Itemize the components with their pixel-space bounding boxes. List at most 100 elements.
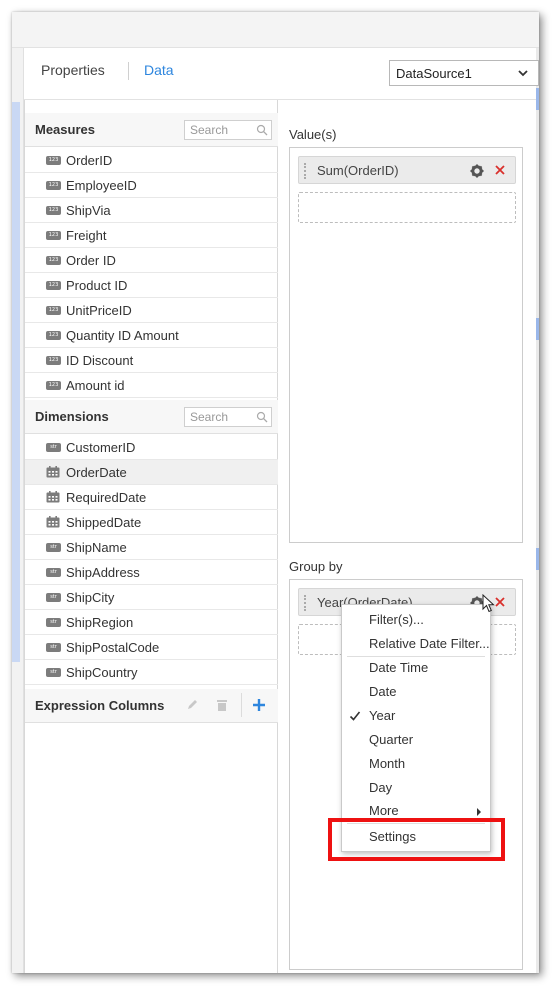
dimension-field-label: ShipPostalCode [66, 640, 160, 655]
dimension-field-label: RequiredDate [66, 490, 147, 505]
measure-field-label: EmployeeID [66, 178, 137, 193]
measure-field-item[interactable]: 123 Freight [25, 223, 278, 248]
dimension-field-item[interactable]: str CustomerID [25, 435, 278, 460]
group-by-label: Group by [289, 559, 343, 574]
dimension-field-label: ShipName [66, 540, 127, 555]
dimension-field-label: ShipRegion [66, 615, 134, 630]
measures-search-input[interactable]: Search [184, 120, 272, 140]
search-icon [256, 411, 268, 423]
measure-field-item[interactable]: 123 ShipVia [25, 198, 278, 223]
right-edge-marker [536, 88, 539, 110]
gear-icon[interactable] [469, 163, 485, 179]
value-item[interactable]: Sum(OrderID) [298, 156, 516, 184]
dimension-field-item[interactable]: str ShipPostalCode [25, 635, 278, 660]
menu-item-date-time[interactable]: Date Time [369, 660, 428, 675]
numeric-type-icon: 123 [46, 156, 61, 165]
measure-field-label: OrderID [66, 153, 113, 168]
dimension-field-item[interactable]: str ShipCountry [25, 660, 278, 685]
string-type-icon: str [46, 643, 61, 652]
measure-field-item[interactable]: 123 OrderID [25, 148, 278, 173]
dimension-field-label: ShipCity [66, 590, 115, 605]
dimension-field-label: ShippedDate [66, 515, 142, 530]
numeric-type-icon: 123 [46, 281, 61, 290]
numeric-type-icon: 123 [46, 331, 61, 340]
calendar-icon [46, 466, 60, 478]
measure-field-label: Product ID [66, 278, 128, 293]
tab-properties[interactable]: Properties [41, 62, 105, 78]
values-drop-zone[interactable]: Sum(OrderID) [289, 147, 523, 543]
menu-item-day[interactable]: Day [369, 780, 392, 795]
drag-handle-icon[interactable] [304, 595, 307, 611]
numeric-type-icon: 123 [46, 206, 61, 215]
string-type-icon: str [46, 668, 61, 677]
measure-field-item[interactable]: 123 Order ID [25, 248, 278, 273]
string-type-icon: str [46, 443, 61, 452]
settings-highlight-box [328, 818, 505, 861]
string-type-icon: str [46, 618, 61, 627]
value-item-label: Sum(OrderID) [317, 163, 399, 178]
close-icon[interactable] [493, 163, 507, 177]
menu-item-relative-date-filter[interactable]: Relative Date Filter... [369, 636, 490, 651]
measure-field-label: Order ID [66, 253, 116, 268]
drag-handle-icon[interactable] [304, 163, 307, 179]
measure-field-label: ShipVia [66, 203, 111, 218]
tab-data[interactable]: Data [144, 62, 174, 78]
expression-columns-title: Expression Columns [35, 698, 165, 713]
toolbar-separator [241, 693, 242, 717]
datasource-dropdown[interactable]: DataSource1 [389, 60, 539, 86]
dimension-field-label: ShipAddress [66, 565, 140, 580]
numeric-type-icon: 123 [46, 231, 61, 240]
values-label: Value(s) [289, 127, 337, 142]
right-edge-marker [536, 548, 539, 570]
menu-item-year[interactable]: Year [369, 708, 395, 723]
string-type-icon: str [46, 543, 61, 552]
delete-icon[interactable] [213, 696, 231, 714]
menu-item-month[interactable]: Month [369, 756, 405, 771]
edit-icon[interactable] [183, 696, 201, 714]
right-edge [536, 48, 539, 973]
checkmark-icon [349, 711, 361, 721]
calendar-icon [46, 491, 60, 503]
measure-field-label: Amount id [66, 378, 125, 393]
dimension-field-label: OrderDate [66, 465, 127, 480]
search-icon [256, 124, 268, 136]
right-edge-marker [536, 318, 539, 340]
measure-field-item[interactable]: 123 EmployeeID [25, 173, 278, 198]
menu-item-filters[interactable]: Filter(s)... [369, 612, 424, 627]
chevron-down-icon [518, 70, 528, 77]
menu-separator [347, 656, 485, 657]
tab-separator [128, 62, 129, 80]
dimension-field-item[interactable]: ShippedDate [25, 510, 278, 535]
calendar-icon [46, 516, 60, 528]
group-by-context-menu: Filter(s)... Relative Date Filter... Dat… [341, 604, 491, 852]
dimension-field-item[interactable]: RequiredDate [25, 485, 278, 510]
dimension-field-item[interactable]: OrderDate [25, 460, 278, 485]
measure-field-label: ID Discount [66, 353, 134, 368]
measure-field-item[interactable]: 123 Quantity ID Amount [25, 323, 278, 348]
left-strip [12, 48, 24, 973]
dimension-field-label: ShipCountry [66, 665, 138, 680]
menu-item-date[interactable]: Date [369, 684, 396, 699]
plus-icon[interactable] [250, 696, 268, 714]
dimensions-header: Dimensions Search [25, 400, 278, 434]
top-band [12, 12, 539, 48]
panel-header: Properties Data DataSource1 [24, 48, 539, 100]
dimension-field-item[interactable]: str ShipName [25, 535, 278, 560]
datasource-value: DataSource1 [396, 66, 472, 81]
menu-item-more[interactable]: More [369, 803, 399, 818]
measure-field-label: UnitPriceID [66, 303, 132, 318]
menu-item-quarter[interactable]: Quarter [369, 732, 413, 747]
dimension-field-item[interactable]: str ShipCity [25, 585, 278, 610]
measures-search-placeholder: Search [190, 123, 229, 137]
values-drop-target[interactable] [298, 192, 516, 223]
measures-title: Measures [35, 122, 95, 137]
measure-field-item[interactable]: 123 Product ID [25, 273, 278, 298]
measure-field-item[interactable]: 123 Amount id [25, 373, 278, 398]
dimension-field-item[interactable]: str ShipRegion [25, 610, 278, 635]
measure-field-item[interactable]: 123 ID Discount [25, 348, 278, 373]
numeric-type-icon: 123 [46, 381, 61, 390]
dimension-field-item[interactable]: str ShipAddress [25, 560, 278, 585]
dimensions-search-input[interactable]: Search [184, 407, 272, 427]
dimension-field-label: CustomerID [66, 440, 136, 455]
measure-field-item[interactable]: 123 UnitPriceID [25, 298, 278, 323]
